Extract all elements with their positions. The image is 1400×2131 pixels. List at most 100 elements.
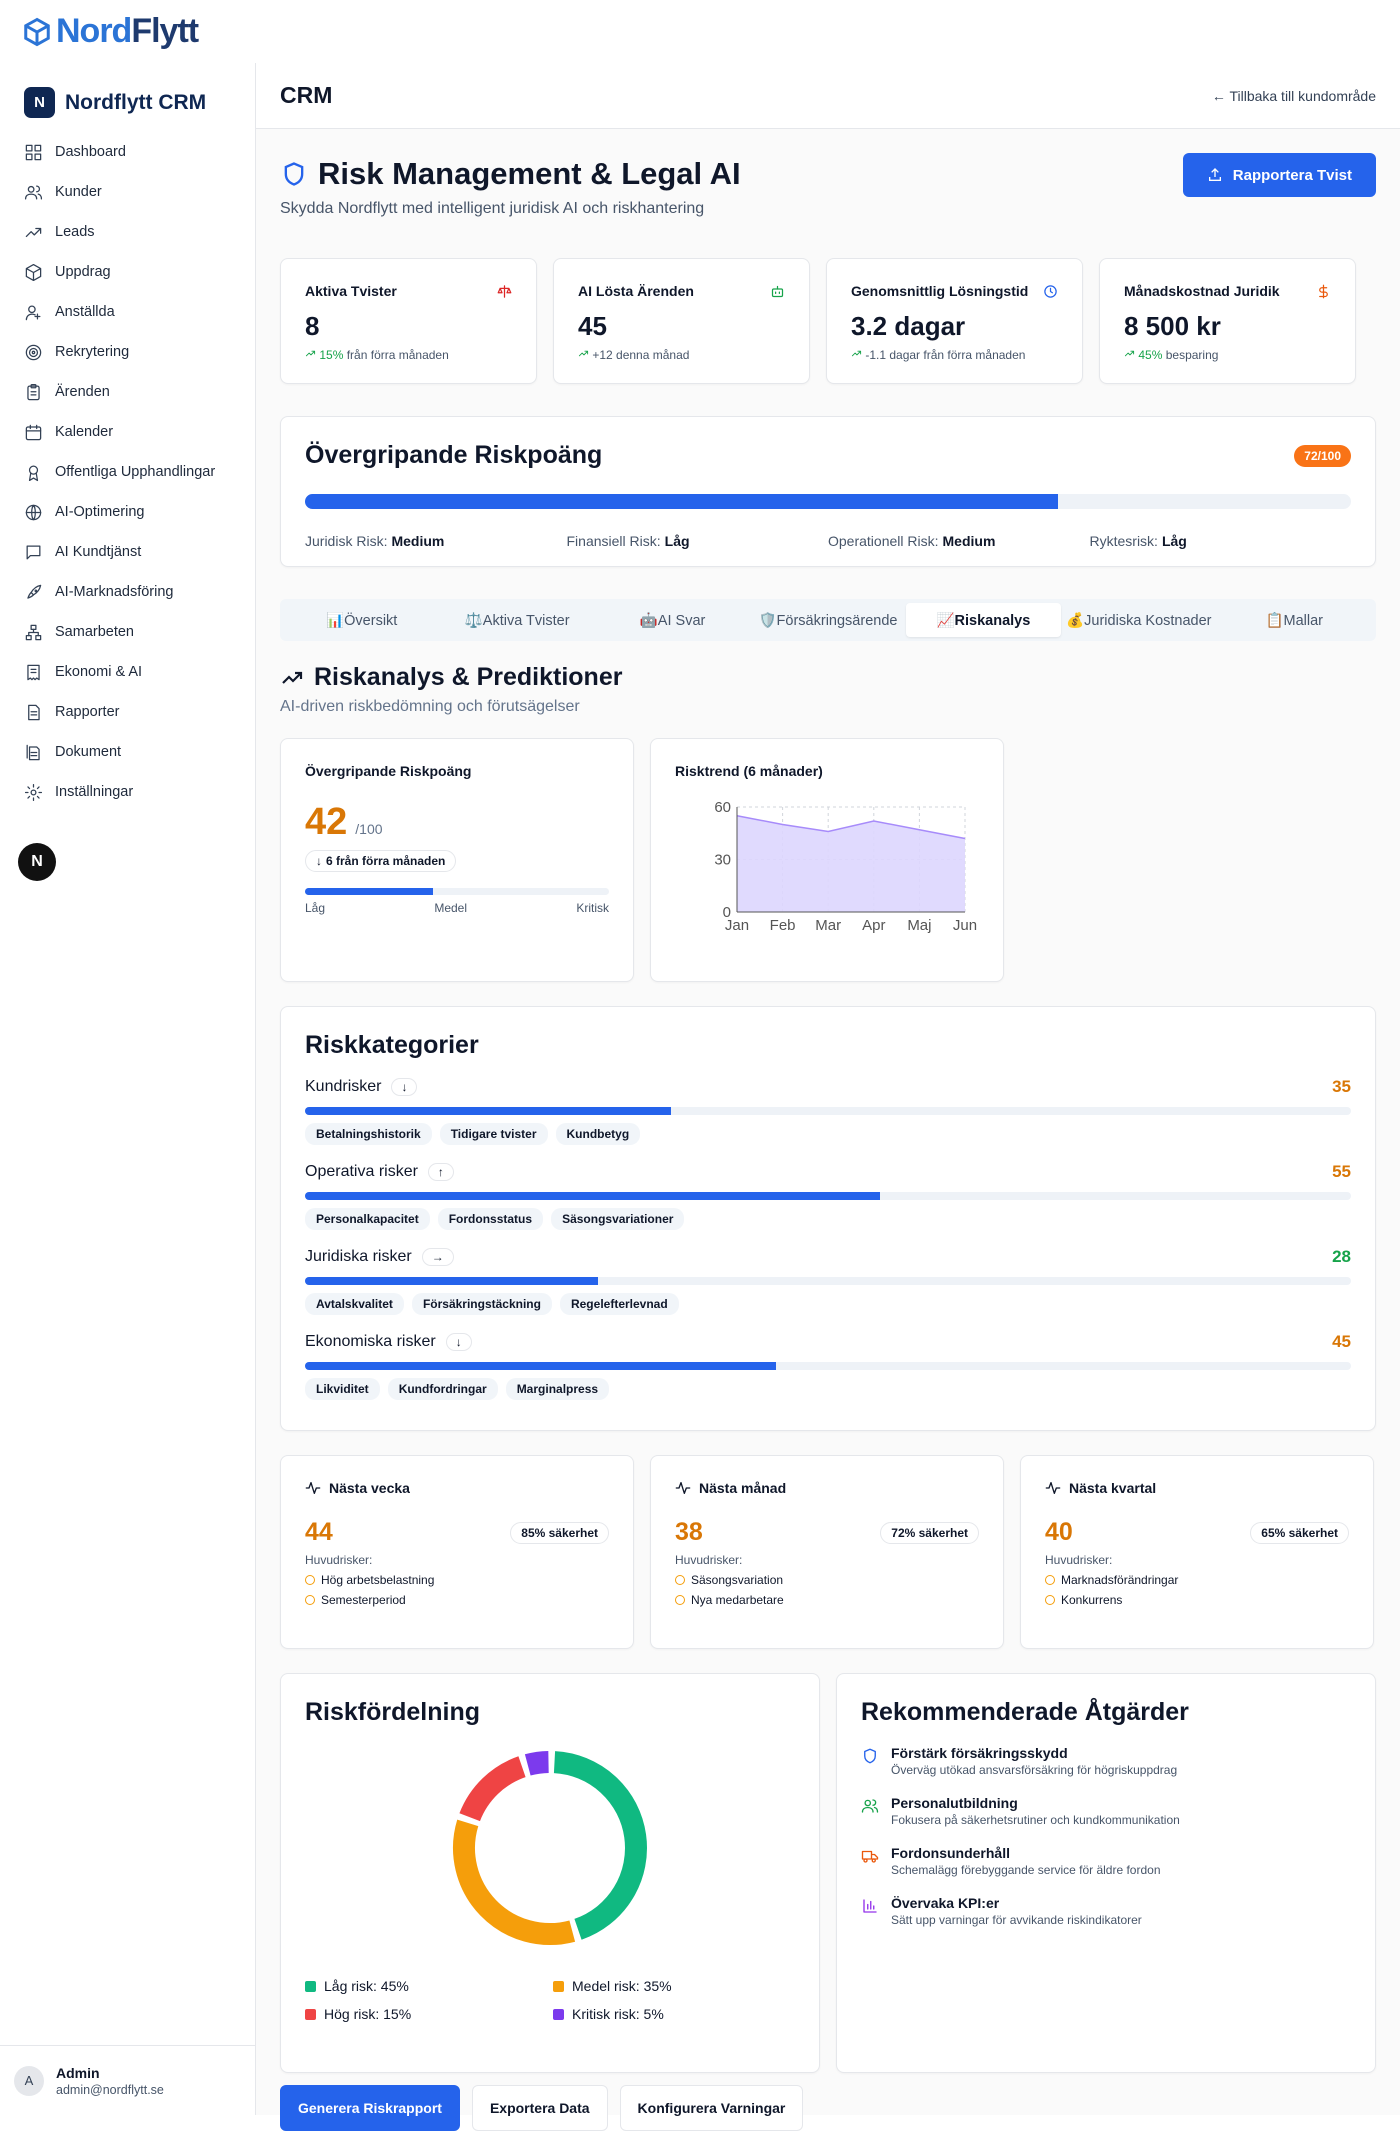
prediction-label: Huvudrisker: [305,1553,609,1567]
sidebar-item-2[interactable]: Leads [14,212,241,252]
clock-icon [1043,284,1058,299]
sidebar-item-14[interactable]: Rapporter [14,692,241,732]
risk-level-item: Operationell Risk:Medium [828,533,1090,549]
stat-card: Aktiva Tvister 8 15% från förra månaden [280,258,537,384]
sidebar-item-16[interactable]: Inställningar [14,772,241,812]
risk-factor-tag: Regelefterlevnad [560,1293,679,1315]
risk-level-value: Låg [1162,533,1187,549]
legend-label: Kritisk risk: 5% [572,2006,664,2022]
score-change-text: 6 från förra månaden [326,854,445,868]
sidebar-item-label: Leads [55,224,95,240]
gear-icon [24,783,43,802]
risk-factor-tag: Betalningshistorik [305,1123,432,1145]
sidebar-item-3[interactable]: Uppdrag [14,252,241,292]
sidebar-item-15[interactable]: Dokument [14,732,241,772]
tab-4[interactable]: 📈Riskanalys [906,603,1061,637]
category-bar [305,1362,1351,1370]
logo-text-2: Flytt [131,12,198,51]
tab-2[interactable]: 🤖AI Svar [595,603,750,637]
risk-factor-tag: Avtalskvalitet [305,1293,404,1315]
recommendations-title: Rekommenderade Åtgärder [861,1698,1351,1727]
risk-factor-tag: Försäkringstäckning [412,1293,552,1315]
tab-3[interactable]: 🛡️Försäkringsärende [750,603,905,637]
tab-6[interactable]: 📋Mallar [1217,603,1372,637]
top-bar: NordFlytt [0,0,1400,63]
truck-icon [861,1847,879,1865]
prediction-value: 44 [305,1518,333,1547]
trending-up-icon [24,223,43,242]
recommendation-desc: Sätt upp varningar för avvikande riskind… [891,1913,1142,1927]
dollar-icon [1316,284,1331,299]
files-icon [24,743,43,762]
risk-categories-card: Riskkategorier Kundrisker↓ 35 Betalnings… [280,1006,1376,1431]
sidebar-brand[interactable]: N Nordflytt CRM [0,63,255,132]
stat-change-text: besparing [1166,348,1219,362]
user-profile[interactable]: A Admin admin@nordflytt.se [0,2045,256,2115]
generate-report-button[interactable]: Generera Riskrapport [280,2085,460,2131]
prediction-title: Nästa månad [699,1480,786,1496]
analysis-title: Riskanalys & Prediktioner [280,663,1376,692]
stat-card: Genomsnittlig Lösningstid 3.2 dagar -1.1… [826,258,1083,384]
risk-factor-tag: Tidigare tvister [440,1123,548,1145]
tab-0[interactable]: 📊Översikt [284,603,439,637]
category-name: Operativa risker [305,1163,418,1181]
upload-icon [1207,167,1223,183]
clipboard-icon [24,383,43,402]
floating-badge[interactable]: N [18,843,56,881]
tab-5[interactable]: 💰Juridiska Kostnader [1061,603,1216,637]
sidebar-item-1[interactable]: Kunder [14,172,241,212]
risk-level-label: Juridisk Risk: [305,533,387,549]
x-tick-label: Jan [725,917,749,934]
trend-title: Risktrend (6 månader) [675,763,979,779]
sidebar-item-11[interactable]: AI-Marknadsföring [14,572,241,612]
sidebar-item-10[interactable]: AI Kundtjänst [14,532,241,572]
report-dispute-button[interactable]: Rapportera Tvist [1183,153,1376,197]
cube-icon [22,17,52,47]
x-tick-label: Apr [862,917,885,934]
distribution-donut [305,1743,795,1953]
shield-icon [861,1747,879,1765]
sidebar-item-8[interactable]: Offentliga Upphandlingar [14,452,241,492]
sidebar-item-6[interactable]: Ärenden [14,372,241,412]
risk-factor-tag: Fordonsstatus [438,1208,543,1230]
confidence-badge: 65% säkerhet [1250,1522,1349,1544]
prediction-risk-text: Nya medarbetare [691,1593,784,1607]
legend-label: Medel risk: 35% [572,1978,672,1994]
scale-low: Låg [305,901,325,915]
nordflytt-logo[interactable]: NordFlytt [22,12,198,51]
sidebar-item-label: Anställda [55,304,115,320]
risk-level-item: Finansiell Risk:Låg [567,533,829,549]
category-bar [305,1277,1351,1285]
sidebar-item-5[interactable]: Rekrytering [14,332,241,372]
export-data-button[interactable]: Exportera Data [472,2085,608,2131]
alert-circle-icon [305,1595,315,1605]
recommendation-desc: Fokusera på säkerhetsrutiner och kundkom… [891,1813,1180,1827]
distribution-legend: Låg risk: 45%Medel risk: 35%Hög risk: 15… [305,1978,795,2022]
configure-alerts-button[interactable]: Konfigurera Varningar [620,2085,804,2131]
header-title: CRM [280,82,332,109]
prediction-risk-text: Semesterperiod [321,1593,406,1607]
calendar-icon [24,423,43,442]
back-link[interactable]: ← Tillbaka till kundområde [1212,88,1376,104]
recommendation-title: Fordonsunderhåll [891,1845,1161,1861]
risk-categories-list: Kundrisker↓ 35 BetalningshistorikTidigar… [305,1077,1351,1400]
sidebar-item-label: Offentliga Upphandlingar [55,464,215,480]
stat-title: Månadskostnad Juridik [1124,283,1280,299]
overall-risk-card: Övergripande Riskpoäng 72/100 Juridisk R… [280,416,1376,567]
tab-1[interactable]: ⚖️Aktiva Tvister [439,603,594,637]
message-icon [24,543,43,562]
sidebar-item-label: AI-Marknadsföring [55,584,173,600]
sidebar-item-12[interactable]: Samarbeten [14,612,241,652]
trend-area [737,816,965,912]
sidebar-item-0[interactable]: Dashboard [14,132,241,172]
sidebar-item-4[interactable]: Anställda [14,292,241,332]
sidebar-item-9[interactable]: AI-Optimering [14,492,241,532]
receipt-icon [24,663,43,682]
sidebar-item-13[interactable]: Ekonomi & AI [14,652,241,692]
risk-factor-tag: Likviditet [305,1378,380,1400]
sidebar-item-7[interactable]: Kalender [14,412,241,452]
overall-risk-bar [305,494,1351,509]
x-tick-label: Mar [815,917,841,934]
file-icon [24,703,43,722]
alert-circle-icon [675,1575,685,1585]
